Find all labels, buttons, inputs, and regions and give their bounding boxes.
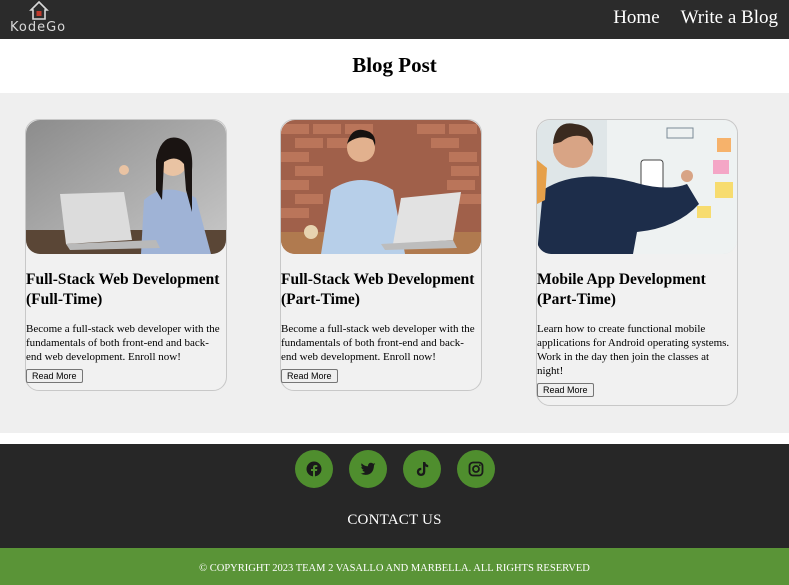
facebook-button[interactable] — [294, 450, 333, 488]
card-description: Learn how to create functional mobile ap… — [537, 323, 730, 377]
page-title: Blog Post — [352, 53, 437, 77]
tiktok-icon — [416, 462, 428, 476]
read-more-button[interactable]: Read More — [26, 369, 83, 383]
nav-home-link[interactable]: Home — [613, 7, 659, 29]
logo-house-icon — [29, 1, 49, 20]
card-title: Mobile App Development (Part-Time) — [537, 271, 706, 308]
copyright-text: © COPYRIGHT 2023 TEAM 2 VASALLO AND MARB… — [199, 563, 590, 574]
card-description: Become a full-stack web developer with t… — [281, 323, 475, 363]
twitter-icon — [360, 462, 375, 475]
copyright-bar: © COPYRIGHT 2023 TEAM 2 VASALLO AND MARB… — [0, 548, 789, 585]
contact-us-link[interactable]: CONTACT US — [0, 512, 789, 529]
read-more-button[interactable]: Read More — [281, 369, 338, 383]
card-description: Become a full-stack web developer with t… — [26, 323, 220, 363]
facebook-icon — [306, 461, 321, 477]
card-image-man-brick-wall — [281, 120, 481, 254]
card-image-whiteboard-planning — [537, 120, 737, 254]
tiktok-button[interactable] — [402, 450, 441, 488]
nav-write-blog-link[interactable]: Write a Blog — [681, 7, 778, 29]
card-title: Full-Stack Web Development (Part-Time) — [281, 271, 475, 308]
blog-card-part-time: Full-Stack Web Development (Part-Time) B… — [280, 119, 482, 391]
card-image-woman-laptop — [26, 120, 226, 254]
top-navbar: KodeGo Home Write a Blog — [0, 0, 789, 39]
card-title: Full-Stack Web Development (Full-Time) — [26, 271, 220, 308]
blog-cards-area: Full-Stack Web Development (Full-Time) B… — [0, 93, 789, 433]
nav-links: Home Write a Blog — [613, 7, 778, 29]
blog-card-mobile-app: Mobile App Development (Part-Time) Learn… — [536, 119, 738, 406]
read-more-button[interactable]: Read More — [537, 383, 594, 397]
instagram-icon — [468, 461, 483, 477]
twitter-button[interactable] — [348, 450, 387, 488]
social-links — [0, 450, 789, 488]
blog-card-full-time: Full-Stack Web Development (Full-Time) B… — [25, 119, 227, 391]
instagram-button[interactable] — [456, 450, 495, 488]
site-footer: CONTACT US — [0, 444, 789, 548]
kodego-logo[interactable]: KodeGo — [8, 1, 70, 37]
logo-text: KodeGo — [10, 20, 67, 35]
page-title-bar: Blog Post — [0, 39, 789, 93]
